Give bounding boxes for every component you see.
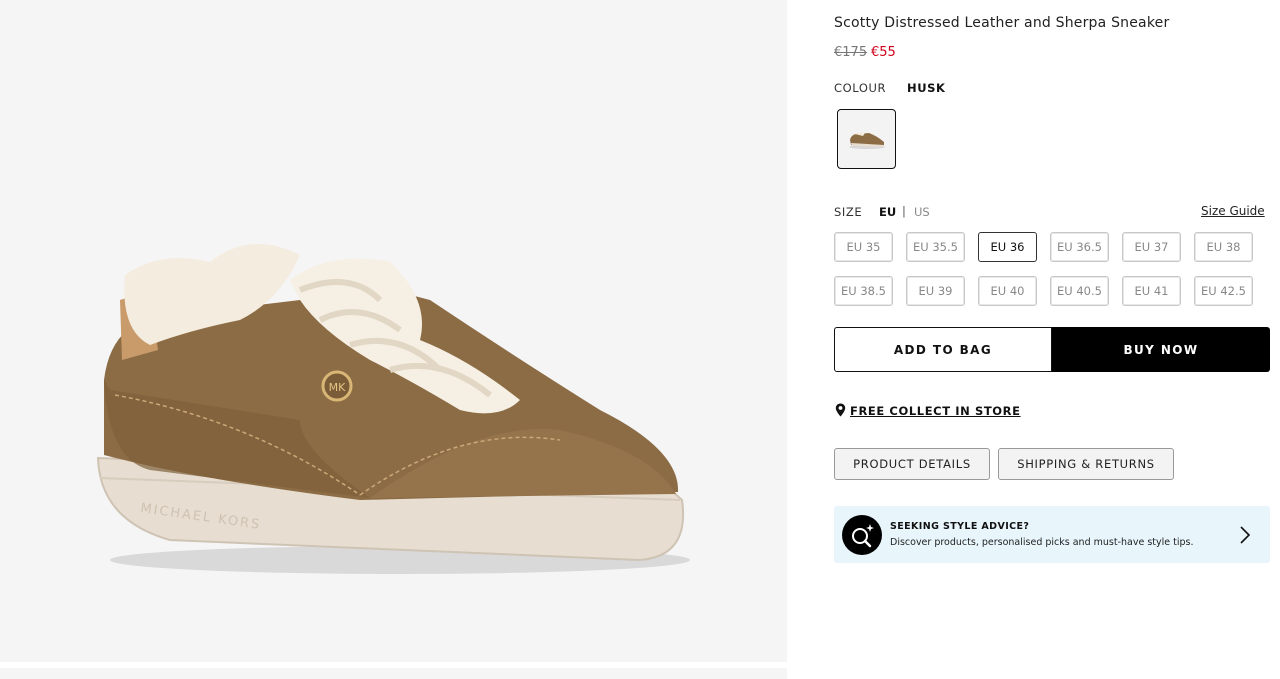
size-option[interactable]: EU 36 xyxy=(978,232,1037,262)
colour-swatch-husk[interactable] xyxy=(837,109,896,169)
size-system-eu[interactable]: EU xyxy=(879,205,896,219)
style-advice-title: SEEKING STYLE ADVICE? xyxy=(890,521,1030,532)
size-system-us[interactable]: US xyxy=(914,205,930,219)
colour-value: HUSK xyxy=(907,81,946,95)
product-image: MK MICHAEL KORS xyxy=(96,244,690,574)
size-option[interactable]: EU 38 xyxy=(1194,232,1253,262)
buy-now-button[interactable]: BUY NOW xyxy=(1052,327,1270,372)
size-option[interactable]: EU 35.5 xyxy=(906,232,965,262)
size-option[interactable]: EU 36.5 xyxy=(1050,232,1109,262)
location-pin-icon xyxy=(835,403,846,417)
size-option[interactable]: EU 39 xyxy=(906,276,965,306)
chevron-right-icon xyxy=(1240,526,1251,544)
size-system-separator: | xyxy=(902,204,906,218)
product-details-button[interactable]: PRODUCT DETAILS xyxy=(834,448,990,480)
size-option[interactable]: EU 42.5 xyxy=(1194,276,1253,306)
size-option[interactable]: EU 41 xyxy=(1122,276,1181,306)
price-sale: €55 xyxy=(871,45,896,60)
size-option[interactable]: EU 37 xyxy=(1122,232,1181,262)
size-label: SIZE xyxy=(834,205,863,219)
shipping-returns-button[interactable]: SHIPPING & RETURNS xyxy=(998,448,1174,480)
shoe-logo: MK xyxy=(329,381,346,394)
style-advice-banner[interactable]: SEEKING STYLE ADVICE? Discover products,… xyxy=(834,506,1270,563)
size-option[interactable]: EU 40.5 xyxy=(1050,276,1109,306)
size-option[interactable]: EU 38.5 xyxy=(834,276,893,306)
style-advice-sparkle-icon xyxy=(842,515,882,555)
style-advice-text: Discover products, personalised picks an… xyxy=(890,537,1194,548)
size-option[interactable]: EU 40 xyxy=(978,276,1037,306)
colour-label: COLOUR xyxy=(834,81,887,95)
add-to-bag-button[interactable]: ADD TO BAG xyxy=(834,327,1052,372)
price-original: €175 xyxy=(834,45,868,60)
product-image-gallery[interactable]: MK MICHAEL KORS xyxy=(0,0,787,662)
free-collect-in-store-link[interactable]: FREE COLLECT IN STORE xyxy=(850,404,1021,418)
size-option[interactable]: EU 35 xyxy=(834,232,893,262)
gallery-next-image xyxy=(0,668,787,679)
product-title: Scotty Distressed Leather and Sherpa Sne… xyxy=(834,15,1170,31)
swatch-shoe-thumbnail xyxy=(848,132,885,149)
size-guide-link[interactable]: Size Guide xyxy=(1201,204,1265,218)
